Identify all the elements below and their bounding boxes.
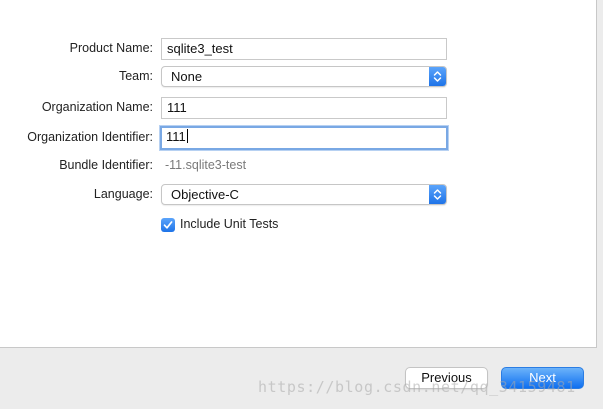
organization-identifier-row: Organization Identifier: 111 — [0, 126, 597, 150]
new-project-options-window: Product Name: sqlite3_test Team: None Or… — [0, 0, 603, 409]
bundle-identifier-row: Bundle Identifier: -11.sqlite3-test — [0, 155, 597, 177]
include-unit-tests-checkbox[interactable] — [161, 218, 175, 232]
organization-name-field[interactable]: 111 — [161, 97, 447, 119]
options-panel: Product Name: sqlite3_test Team: None Or… — [0, 0, 597, 348]
text-caret — [186, 129, 188, 143]
product-name-row: Product Name: sqlite3_test — [0, 38, 597, 60]
language-row: Language: Objective-C — [0, 184, 597, 206]
team-value: None — [171, 69, 203, 84]
product-name-label: Product Name: — [69, 41, 153, 55]
organization-identifier-value: 111 — [166, 129, 186, 144]
bundle-identifier-value: -11.sqlite3-test — [165, 158, 247, 172]
organization-identifier-label: Organization Identifier: — [27, 130, 153, 144]
checkmark-icon — [163, 221, 173, 229]
organization-identifier-field[interactable]: 111 — [160, 126, 448, 150]
team-popup[interactable]: None — [161, 66, 447, 87]
updown-arrows-icon — [429, 185, 446, 204]
organization-name-row: Organization Name: 111 — [0, 97, 597, 119]
team-row: Team: None — [0, 66, 597, 88]
bundle-identifier-label: Bundle Identifier: — [59, 158, 153, 172]
previous-button[interactable]: Previous — [405, 367, 488, 389]
include-unit-tests-label[interactable]: Include Unit Tests — [180, 217, 278, 231]
team-label: Team: — [118, 69, 153, 83]
next-button[interactable]: Next — [501, 367, 584, 389]
language-value: Objective-C — [171, 187, 239, 202]
organization-name-label: Organization Name: — [41, 100, 153, 114]
language-popup[interactable]: Objective-C — [161, 184, 447, 205]
product-name-field[interactable]: sqlite3_test — [161, 38, 447, 60]
updown-arrows-icon — [429, 67, 446, 86]
organization-name-value: 111 — [167, 100, 187, 115]
product-name-value: sqlite3_test — [167, 41, 233, 56]
language-label: Language: — [93, 187, 153, 201]
